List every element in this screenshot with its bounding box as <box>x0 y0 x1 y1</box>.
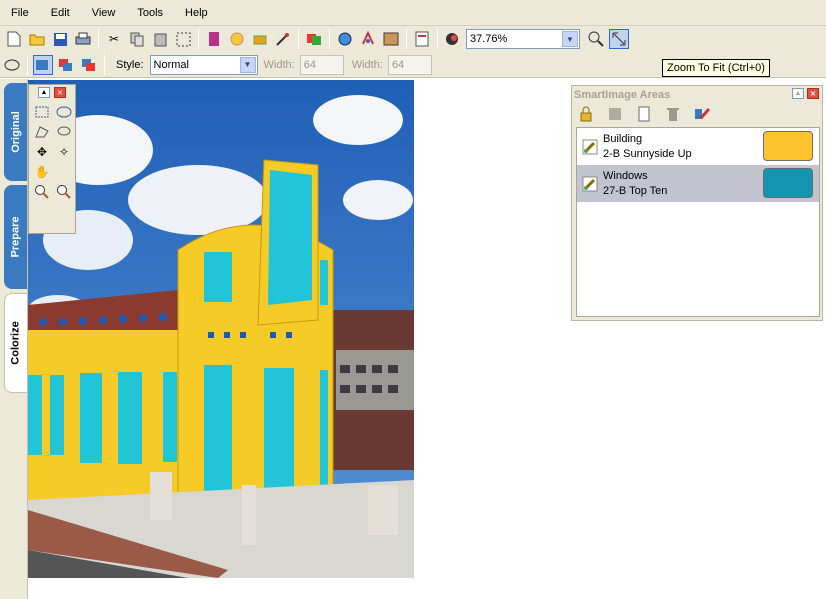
collapse-icon[interactable]: ▲ <box>38 87 50 98</box>
zoom-fit-icon[interactable] <box>609 29 629 49</box>
lasso-icon[interactable] <box>54 123 74 141</box>
building-photo[interactable] <box>28 80 414 578</box>
chevron-down-icon[interactable]: ▼ <box>562 31 578 47</box>
toolbar-separator <box>329 29 330 49</box>
color-swatch[interactable] <box>763 131 813 161</box>
globe-icon[interactable] <box>335 29 355 49</box>
palette-icon[interactable] <box>358 29 378 49</box>
add-selection-icon[interactable] <box>56 55 76 75</box>
cut-icon[interactable]: ✂ <box>104 29 124 49</box>
menu-help[interactable]: Help <box>178 7 215 19</box>
image-icon[interactable] <box>381 29 401 49</box>
new-selection-icon[interactable] <box>33 54 53 75</box>
ellipse-select-icon[interactable] <box>54 103 74 121</box>
toolbar-separator <box>98 29 99 49</box>
paste-icon[interactable] <box>150 29 170 49</box>
menu-tools[interactable]: Tools <box>130 7 170 19</box>
tab-colorize-label: Colorize <box>10 321 22 365</box>
paint-icon[interactable] <box>204 29 224 49</box>
tool-palette: ▲ ✕ ✥ ✧ ✋ <box>28 84 76 234</box>
subtract-selection-icon[interactable] <box>79 55 99 75</box>
menu-bar: File Edit View Tools Help <box>0 0 826 26</box>
lock-icon[interactable] <box>576 104 596 124</box>
panel-title: SmartImage Areas ▲ ✕ <box>572 86 822 104</box>
polygon-lasso-icon[interactable] <box>32 123 52 141</box>
zoom-tooltip: Zoom To Fit (Ctrl+0) <box>662 59 770 77</box>
menu-view[interactable]: View <box>85 7 123 19</box>
zoom-select[interactable]: 37.76% ▼ <box>466 29 580 49</box>
delete-icon[interactable] <box>663 104 683 124</box>
panel-toolbar <box>572 104 822 124</box>
zoom-100-icon[interactable] <box>586 29 606 49</box>
fill-icon[interactable] <box>250 29 270 49</box>
width-field[interactable]: 64 <box>299 54 344 75</box>
print-icon[interactable] <box>73 29 93 49</box>
style-label: Style: <box>116 58 144 71</box>
main-toolbar: ✂ 37.76% ▼ <box>0 26 826 52</box>
tab-prepare-label: Prepare <box>9 216 22 258</box>
side-tabs: Original Prepare Colorize <box>0 79 27 599</box>
area-row-building[interactable]: Building 2-B Sunnyside Up <box>577 128 819 165</box>
chevron-down-icon[interactable]: ▼ <box>239 56 256 73</box>
save-icon[interactable] <box>50 29 70 49</box>
width-label: Width: <box>263 58 295 71</box>
style-value: Normal <box>153 58 189 71</box>
color-swatch[interactable] <box>763 168 813 198</box>
magic-wand-icon[interactable]: ✧ <box>54 143 74 161</box>
area-icon[interactable] <box>605 104 625 124</box>
hand-icon[interactable]: ✋ <box>32 163 52 181</box>
height-field[interactable]: 64 <box>387 54 432 75</box>
height-label: Width: <box>351 58 383 71</box>
new-icon[interactable] <box>4 29 24 49</box>
rect-select-icon[interactable] <box>32 103 52 121</box>
tab-colorize[interactable]: Colorize <box>4 293 27 393</box>
paint-brush-icon[interactable] <box>692 104 712 124</box>
close-icon[interactable]: ✕ <box>807 88 819 99</box>
zoom-value: 37.76% <box>470 33 508 45</box>
zoom-out-icon[interactable] <box>54 183 74 201</box>
zoom-in-icon[interactable] <box>32 183 52 201</box>
style-select[interactable]: Normal ▼ <box>149 54 258 75</box>
tool-grid: ✥ ✧ ✋ <box>29 99 75 205</box>
collapse-icon[interactable]: ▲ <box>792 88 804 99</box>
paint-brush-icon <box>577 176 603 192</box>
eyedropper-icon[interactable] <box>273 29 293 49</box>
toolbar-separator <box>27 54 28 75</box>
document-icon[interactable] <box>412 29 432 49</box>
open-icon[interactable] <box>27 29 47 49</box>
new-area-icon[interactable] <box>634 104 654 124</box>
copy-icon[interactable] <box>127 29 147 49</box>
close-icon[interactable]: ✕ <box>54 87 66 98</box>
toolbar-separator <box>198 29 199 49</box>
toolbar-separator <box>104 54 105 75</box>
move-icon[interactable]: ✥ <box>32 143 52 161</box>
tab-original[interactable]: Original <box>4 83 27 181</box>
panel-title-text: SmartImage Areas <box>574 89 671 101</box>
smartimage-areas-panel: SmartImage Areas ▲ ✕ Building 2-B Sunnys… <box>571 85 823 321</box>
paint-brush-icon <box>577 139 603 155</box>
tool-palette-header: ▲ ✕ <box>29 85 75 99</box>
color-wheel-icon[interactable] <box>227 29 247 49</box>
panel-buttons: ▲ ✕ <box>792 88 819 99</box>
blank-tool <box>54 163 74 181</box>
menu-file[interactable]: File <box>4 7 36 19</box>
toolbar-separator <box>437 29 438 49</box>
areas-list: Building 2-B Sunnyside Up Windows 27-B T… <box>576 127 820 317</box>
layers-icon[interactable] <box>304 29 324 49</box>
area-row-windows[interactable]: Windows 27-B Top Ten <box>577 165 819 202</box>
toolbar-separator <box>298 29 299 49</box>
tab-prepare[interactable]: Prepare <box>4 185 27 289</box>
select-icon[interactable] <box>173 29 193 49</box>
tab-original-label: Original <box>9 111 22 153</box>
color-match-icon[interactable] <box>443 29 463 49</box>
menu-edit[interactable]: Edit <box>44 7 77 19</box>
toolbar-separator <box>406 29 407 49</box>
ellipse-select-icon[interactable] <box>2 55 22 75</box>
